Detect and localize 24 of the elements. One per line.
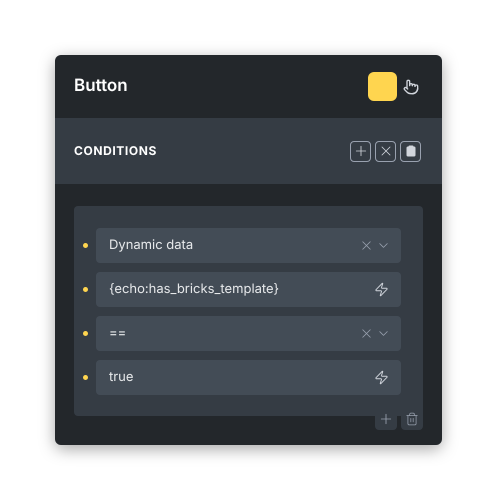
clear-button[interactable] bbox=[375, 140, 396, 162]
lightning-icon[interactable] bbox=[374, 282, 389, 297]
select-field[interactable]: == bbox=[96, 316, 401, 351]
panel-title: Button bbox=[74, 74, 128, 98]
field-value: == bbox=[109, 324, 126, 343]
add-button[interactable] bbox=[350, 140, 371, 162]
bullet-icon bbox=[83, 287, 88, 292]
field-value: Dynamic data bbox=[109, 236, 194, 255]
section-title: CONDITIONS bbox=[74, 142, 157, 160]
field-value: true bbox=[109, 368, 134, 387]
field-value: {echo:has_bricks_template} bbox=[109, 280, 280, 299]
input-field[interactable]: {echo:has_bricks_template} bbox=[96, 272, 401, 307]
paste-button[interactable] bbox=[400, 140, 421, 162]
bullet-icon bbox=[83, 243, 88, 248]
bullet-icon bbox=[83, 331, 88, 336]
select-field[interactable]: Dynamic data bbox=[96, 228, 401, 263]
plus-icon bbox=[378, 411, 394, 427]
color-swatch[interactable] bbox=[368, 72, 397, 101]
lightning-icon[interactable] bbox=[374, 370, 389, 385]
trash-icon bbox=[405, 412, 419, 426]
input-field[interactable]: true bbox=[96, 360, 401, 395]
clipboard-icon bbox=[404, 145, 416, 157]
bullet-icon bbox=[83, 375, 88, 380]
hand-pointer-icon[interactable] bbox=[403, 78, 419, 94]
